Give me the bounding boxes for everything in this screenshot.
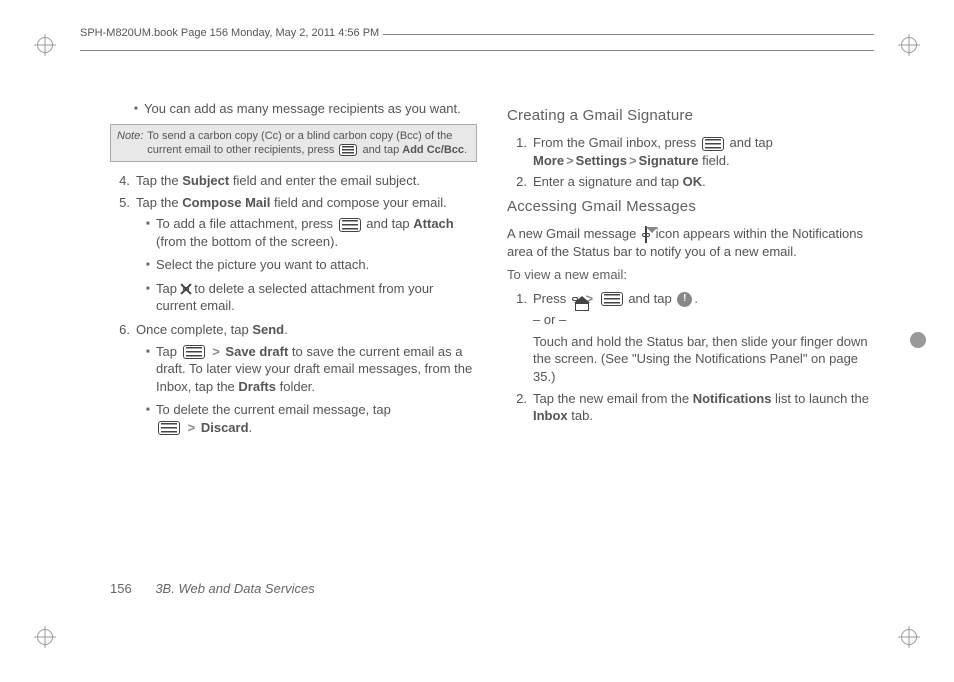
page-footer: 156 3B. Web and Data Services bbox=[110, 581, 315, 596]
text: To add a file attachment, press and tap … bbox=[156, 215, 477, 250]
registration-mark-bl bbox=[30, 622, 60, 652]
heading-accessing-gmail: Accessing Gmail Messages bbox=[507, 197, 874, 217]
section-title: 3B. Web and Data Services bbox=[155, 581, 314, 596]
step-number: 5. bbox=[110, 194, 130, 212]
left-column: ■ You can add as many message recipients… bbox=[110, 100, 477, 612]
note-label: Note: bbox=[117, 129, 143, 158]
menu-icon bbox=[339, 144, 357, 156]
paragraph: A new Gmail message icon appears within … bbox=[507, 225, 874, 260]
step-6: 6. Once complete, tap Send. bbox=[110, 321, 477, 339]
square-bullet-icon: ■ bbox=[146, 215, 152, 250]
menu-icon bbox=[601, 292, 623, 306]
text: Tap the new email from the Notifications… bbox=[533, 390, 874, 425]
list-item: ■ Tap to delete a selected attachment fr… bbox=[110, 280, 477, 315]
right-column: Creating a Gmail Signature 1. From the G… bbox=[507, 100, 874, 612]
step-5: 5. Tap the Compose Mail field and compos… bbox=[110, 194, 477, 212]
step-2b: 2. Tap the new email from the Notificati… bbox=[507, 390, 874, 425]
chevron-right-icon: > bbox=[188, 420, 196, 435]
text: Tap the Compose Mail field and compose y… bbox=[136, 194, 447, 212]
list-item: ■ You can add as many message recipients… bbox=[110, 100, 477, 118]
alt-text: Touch and hold the Status bar, then slid… bbox=[533, 333, 874, 386]
header-rule bbox=[80, 50, 874, 51]
text: From the Gmail inbox, press and tap More… bbox=[533, 134, 874, 169]
text: You can add as many message recipients a… bbox=[144, 100, 461, 118]
registration-mark-tr bbox=[894, 30, 924, 60]
list-item: ■ To delete the current email message, t… bbox=[110, 401, 477, 436]
square-bullet-icon: ■ bbox=[146, 280, 152, 315]
step-4: 4. Tap the Subject field and enter the e… bbox=[110, 172, 477, 190]
square-bullet-icon: ■ bbox=[146, 343, 152, 396]
heading-creating-signature: Creating a Gmail Signature bbox=[507, 106, 874, 126]
note-body: To send a carbon copy (Cc) or a blind ca… bbox=[147, 129, 470, 158]
step-number: 2. bbox=[507, 173, 527, 191]
text: Enter a signature and tap OK. bbox=[533, 173, 706, 191]
gmail-icon bbox=[642, 233, 650, 237]
close-icon bbox=[183, 287, 189, 291]
step-number: 1. bbox=[507, 290, 527, 386]
list-item: ■ To add a file attachment, press and ta… bbox=[110, 215, 477, 250]
notification-icon bbox=[677, 292, 692, 307]
menu-icon bbox=[183, 345, 205, 359]
subheading-view-new-email: To view a new email: bbox=[507, 266, 874, 284]
menu-icon bbox=[339, 218, 361, 232]
text: To delete the current email message, tap… bbox=[156, 401, 391, 436]
square-bullet-icon: ■ bbox=[134, 100, 140, 118]
page-number: 156 bbox=[110, 581, 132, 596]
menu-icon bbox=[158, 421, 180, 435]
text: Tap the Subject field and enter the emai… bbox=[136, 172, 420, 190]
page-header: SPH-M820UM.book Page 156 Monday, May 2, … bbox=[80, 34, 874, 47]
step-1: 1. From the Gmail inbox, press and tap M… bbox=[507, 134, 874, 169]
color-bars bbox=[910, 332, 926, 350]
chevron-right-icon: > bbox=[629, 153, 637, 168]
text: Press > and tap . – or – Touch and hold … bbox=[533, 290, 874, 386]
text: Tap to delete a selected attachment from… bbox=[156, 280, 477, 315]
step-number: 6. bbox=[110, 321, 130, 339]
step-number: 4. bbox=[110, 172, 130, 190]
registration-mark-tl bbox=[30, 30, 60, 60]
step-number: 1. bbox=[507, 134, 527, 169]
square-bullet-icon: ■ bbox=[146, 256, 152, 274]
step-1b: 1. Press > and tap . – or – Touch and ho… bbox=[507, 290, 874, 386]
step-2: 2. Enter a signature and tap OK. bbox=[507, 173, 874, 191]
list-item: ■ Select the picture you want to attach. bbox=[110, 256, 477, 274]
step-number: 2. bbox=[507, 390, 527, 425]
or-text: – or – bbox=[533, 311, 874, 329]
text: Select the picture you want to attach. bbox=[156, 256, 369, 274]
header-text: SPH-M820UM.book Page 156 Monday, May 2, … bbox=[80, 27, 383, 39]
chevron-right-icon: > bbox=[566, 153, 574, 168]
home-icon bbox=[572, 297, 578, 301]
registration-mark-br bbox=[894, 622, 924, 652]
square-bullet-icon: ■ bbox=[146, 401, 152, 436]
page-body: ■ You can add as many message recipients… bbox=[110, 100, 874, 612]
text: Tap > Save draft to save the current ema… bbox=[156, 343, 477, 396]
text: Once complete, tap Send. bbox=[136, 321, 288, 339]
note-box: Note: To send a carbon copy (Cc) or a bl… bbox=[110, 124, 477, 163]
menu-icon bbox=[702, 137, 724, 151]
chevron-right-icon: > bbox=[212, 344, 220, 359]
list-item: ■ Tap > Save draft to save the current e… bbox=[110, 343, 477, 396]
